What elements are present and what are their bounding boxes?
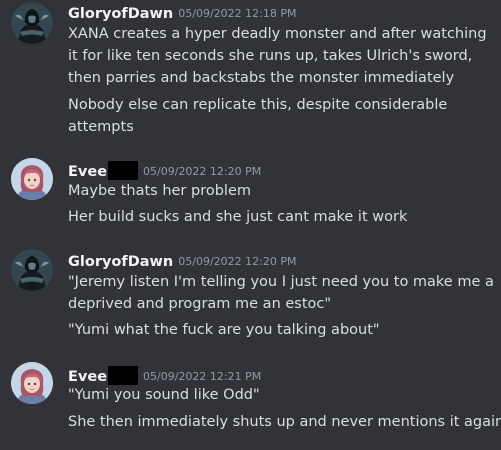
message-header: Evee 05/09/2022 12:20 PM: [68, 161, 261, 181]
message-text: XANA creates a hyper deadly monster and …: [68, 26, 487, 42]
message-text: it for like ten seconds she runs up, tak…: [68, 48, 473, 64]
username[interactable]: Evee: [68, 164, 107, 180]
redaction-bar: [108, 366, 139, 385]
timestamp: 05/09/2022 12:18 PM: [178, 7, 297, 20]
timestamp: 05/09/2022 12:20 PM: [143, 165, 262, 178]
message-text: "Yumi you sound like Odd": [68, 387, 260, 403]
message-text: "Jeremy listen I'm telling you I just ne…: [68, 274, 494, 290]
message-text: then parries and backstabs the monster i…: [68, 70, 455, 86]
message-text: "Yumi what the fuck are you talking abou…: [68, 322, 380, 338]
message-header: GloryofDawn 05/09/2022 12:18 PM: [68, 4, 296, 23]
message-header: GloryofDawn 05/09/2022 12:20 PM: [68, 252, 296, 271]
message-text: deprived and program me an estoc": [68, 296, 332, 312]
hooded-figure-icon: [11, 249, 53, 291]
username[interactable]: GloryofDawn: [68, 254, 173, 270]
hooded-figure-icon: [11, 2, 53, 44]
pink-haired-girl-icon: [11, 362, 53, 404]
message-text: attempts: [68, 119, 134, 135]
avatar[interactable]: [11, 2, 53, 44]
username[interactable]: Evee: [68, 369, 107, 385]
message-text: Maybe thats her problem: [68, 183, 251, 199]
avatar[interactable]: [11, 362, 53, 404]
message-text: She then immediately shuts up and never …: [68, 414, 501, 430]
avatar[interactable]: [11, 249, 53, 291]
message-text: Nobody else can replicate this, despite …: [68, 97, 448, 113]
pink-haired-girl-icon: [11, 158, 53, 200]
timestamp: 05/09/2022 12:20 PM: [178, 255, 297, 268]
redaction-bar: [108, 161, 139, 180]
message-header: Evee 05/09/2022 12:21 PM: [68, 366, 261, 386]
avatar[interactable]: [11, 158, 53, 200]
username[interactable]: GloryofDawn: [68, 6, 173, 22]
message-text: Her build sucks and she just cant make i…: [68, 209, 408, 225]
timestamp: 05/09/2022 12:21 PM: [143, 370, 262, 383]
